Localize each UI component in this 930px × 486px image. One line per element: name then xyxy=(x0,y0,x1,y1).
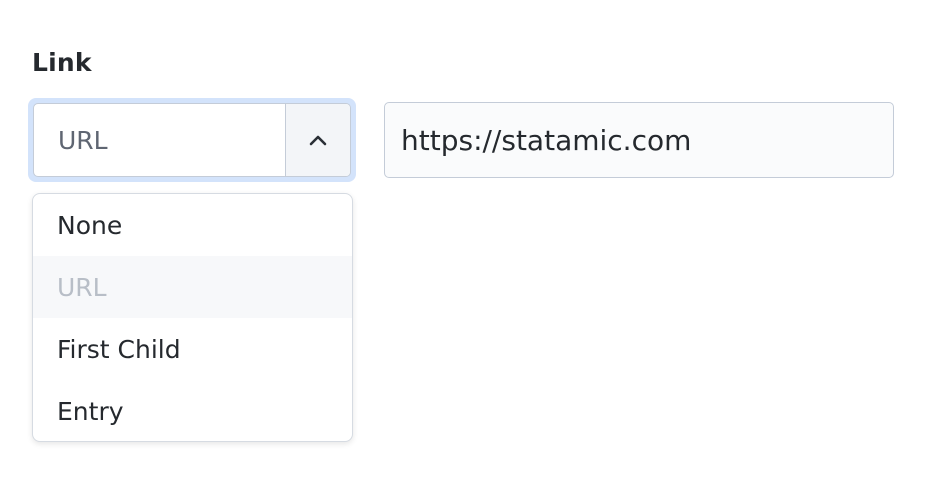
link-type-dropdown-menu: None URL First Child Entry xyxy=(32,193,353,442)
link-field-label: Link xyxy=(32,48,92,77)
dropdown-option-entry[interactable]: Entry xyxy=(33,380,352,441)
dropdown-option-first-child[interactable]: First Child xyxy=(33,318,352,380)
dropdown-option-url[interactable]: URL xyxy=(33,256,352,318)
link-type-toggle-button[interactable] xyxy=(285,104,350,176)
link-type-selected-value[interactable]: URL xyxy=(34,104,285,176)
dropdown-option-none[interactable]: None xyxy=(33,194,352,256)
url-input[interactable] xyxy=(384,102,894,178)
chevron-up-icon xyxy=(309,135,327,146)
link-type-select[interactable]: URL xyxy=(28,98,356,182)
link-type-select-box[interactable]: URL xyxy=(33,103,351,177)
